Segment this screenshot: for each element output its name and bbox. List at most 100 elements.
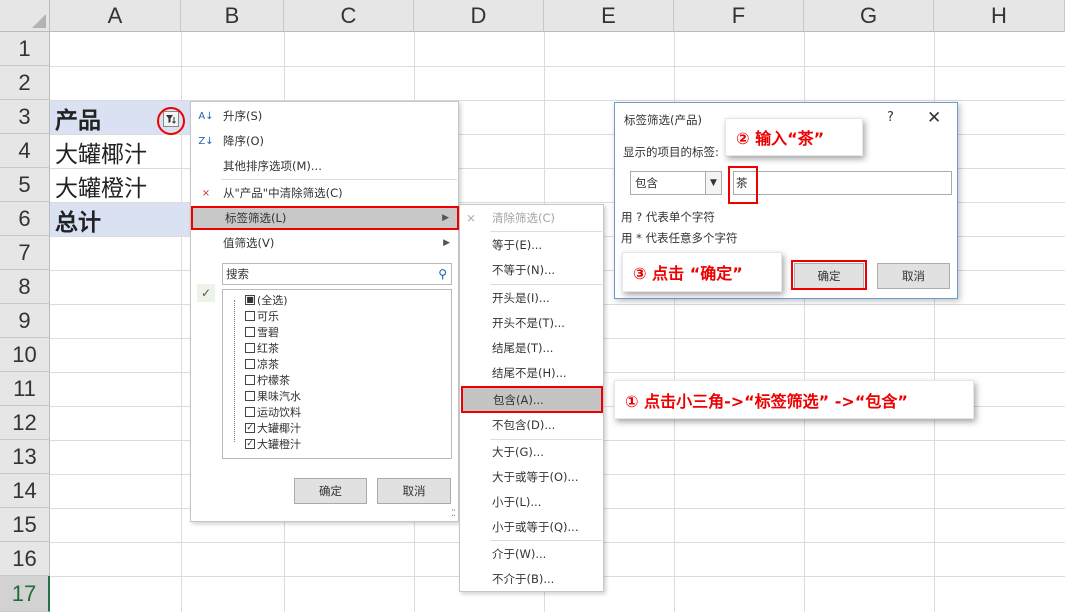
checkbox[interactable]: [245, 359, 255, 369]
submenu-less-than[interactable]: 小于(L)...: [460, 490, 603, 514]
column-header-b[interactable]: B: [181, 0, 284, 32]
row-header[interactable]: 8: [0, 270, 50, 304]
help-icon[interactable]: ?: [887, 110, 894, 125]
list-item[interactable]: 可乐: [245, 308, 279, 324]
submenu-not-contains[interactable]: 不包含(D)...: [460, 413, 603, 437]
menu-sort-ascending[interactable]: A↓ 升序(S): [191, 104, 458, 128]
row-header[interactable]: 9: [0, 304, 50, 338]
chevron-down-icon[interactable]: ▼: [705, 172, 721, 194]
submenu-label: 结尾是(T)...: [492, 341, 554, 355]
list-item[interactable]: ✓ 大罐橙汁: [245, 436, 301, 452]
menu-more-sort-options[interactable]: 其他排序选项(M)...: [191, 154, 458, 178]
checkbox[interactable]: [245, 407, 255, 417]
submenu-label: 开头不是(T)...: [492, 316, 565, 330]
menu-label-filter[interactable]: 标签筛选(L) ▶: [191, 206, 459, 230]
close-icon[interactable]: ✕: [927, 108, 941, 128]
cell-a6-total[interactable]: 总计: [50, 203, 181, 236]
dialog-cancel-button[interactable]: 取消: [877, 263, 950, 289]
list-item[interactable]: 红茶: [245, 340, 279, 356]
list-item-label: 雪碧: [257, 326, 279, 339]
filter-ok-button[interactable]: 确定: [294, 478, 367, 504]
submenu-not-ends-with[interactable]: 结尾不是(H)...: [460, 361, 603, 385]
checkbox[interactable]: [245, 311, 255, 321]
clear-filter-icon: ⨯: [466, 211, 477, 225]
checkbox-checked[interactable]: ✓: [245, 439, 255, 449]
column-header-g[interactable]: G: [804, 0, 934, 32]
column-header-f[interactable]: F: [674, 0, 804, 32]
checkbox[interactable]: [245, 327, 255, 337]
menu-value-filter[interactable]: 值筛选(V) ▶: [191, 231, 458, 255]
checkbox-partial[interactable]: ■: [245, 295, 255, 305]
row-header[interactable]: 4: [0, 134, 50, 168]
row-header[interactable]: 10: [0, 338, 50, 372]
row-header[interactable]: 2: [0, 66, 50, 100]
clear-filter-icon: ⨯: [201, 187, 211, 199]
list-item[interactable]: ✓ 大罐椰汁: [245, 420, 301, 436]
list-item[interactable]: 雪碧: [245, 324, 279, 340]
filter-item-list[interactable]: ■ (全选) 可乐 雪碧 红茶 凉茶 柠檬茶 果味汽水 运动饮料 ✓ 大罐椰汁 …: [222, 289, 452, 459]
row-header[interactable]: 16: [0, 542, 50, 576]
column-header-h[interactable]: H: [934, 0, 1065, 32]
checkbox[interactable]: [245, 343, 255, 353]
submenu-ends-with[interactable]: 结尾是(T)...: [460, 336, 603, 360]
submenu-begins-with[interactable]: 开头是(I)...: [460, 286, 603, 310]
submenu-less-equal[interactable]: 小于或等于(Q)...: [460, 515, 603, 539]
submenu-greater-equal[interactable]: 大于或等于(O)...: [460, 465, 603, 489]
row-header[interactable]: 14: [0, 474, 50, 508]
column-header-e[interactable]: E: [544, 0, 674, 32]
submenu-label: 不介于(B)...: [492, 572, 555, 586]
submenu-not-between[interactable]: 不介于(B)...: [460, 567, 603, 591]
submenu-between[interactable]: 介于(W)...: [460, 542, 603, 566]
select-all-corner[interactable]: [0, 0, 50, 32]
cell-a5[interactable]: 大罐橙汁: [50, 169, 181, 202]
checkmark-icon: ✓: [197, 284, 215, 302]
checkbox[interactable]: [245, 391, 255, 401]
dialog-field-label: 显示的项目的标签:: [623, 145, 719, 159]
submenu-contains[interactable]: 包含(A)...: [461, 386, 603, 413]
submenu-greater-than[interactable]: 大于(G)...: [460, 440, 603, 464]
operator-select[interactable]: 包含 ▼: [630, 171, 722, 195]
column-header-d[interactable]: D: [414, 0, 544, 32]
row-header[interactable]: 11: [0, 372, 50, 406]
row-header[interactable]: 15: [0, 508, 50, 542]
row-header[interactable]: 7: [0, 236, 50, 270]
row-header[interactable]: 13: [0, 440, 50, 474]
list-item[interactable]: 运动饮料: [245, 404, 301, 420]
row-header[interactable]: 3: [0, 100, 50, 134]
list-item[interactable]: 凉茶: [245, 356, 279, 372]
row-header[interactable]: 6: [0, 202, 50, 236]
submenu-not-begins-with[interactable]: 开头不是(T)...: [460, 311, 603, 335]
annotation-circle: [157, 107, 185, 135]
resize-grip-icon[interactable]: ⁚⁚: [451, 509, 456, 519]
sort-za-icon: Z↓: [198, 135, 214, 147]
column-header-c[interactable]: C: [284, 0, 414, 32]
row-header-selected[interactable]: 17: [0, 576, 50, 612]
row-header[interactable]: 1: [0, 32, 50, 66]
row-header[interactable]: 5: [0, 168, 50, 202]
list-item-label: 柠檬茶: [257, 374, 290, 387]
list-item-label: 大罐椰汁: [257, 422, 301, 435]
dialog-title: 标签筛选(产品): [624, 113, 702, 127]
filter-search-input[interactable]: 搜索 ⚲: [222, 263, 452, 285]
menu-sort-descending[interactable]: Z↓ 降序(O): [191, 129, 458, 153]
list-item-label: 运动饮料: [257, 406, 301, 419]
row-header[interactable]: 12: [0, 406, 50, 440]
operator-select-value: 包含: [635, 176, 658, 190]
list-item[interactable]: 柠檬茶: [245, 372, 290, 388]
submenu-not-equals[interactable]: 不等于(N)...: [460, 258, 603, 282]
checkbox-checked[interactable]: ✓: [245, 423, 255, 433]
menu-clear-filter[interactable]: ⨯ 从"产品"中清除筛选(C): [191, 181, 458, 205]
filter-value-input[interactable]: 茶: [733, 171, 952, 195]
list-item-select-all[interactable]: ■ (全选): [245, 292, 288, 308]
cell-a4[interactable]: 大罐椰汁: [50, 135, 181, 168]
list-item[interactable]: 果味汽水: [245, 388, 301, 404]
callout-step-1: ① 点击小三角->“标签筛选” ->“包含”: [614, 380, 974, 419]
filter-cancel-button[interactable]: 取消: [377, 478, 451, 504]
active-cell-a17[interactable]: [50, 579, 181, 612]
submenu-equals[interactable]: 等于(E)...: [460, 233, 603, 257]
list-item-label: 红茶: [257, 342, 279, 355]
column-header-a[interactable]: A: [50, 0, 181, 32]
checkbox[interactable]: [245, 375, 255, 385]
menu-clear-filter-label: 从"产品"中清除筛选(C): [223, 186, 343, 200]
annotation-box: [728, 166, 758, 204]
